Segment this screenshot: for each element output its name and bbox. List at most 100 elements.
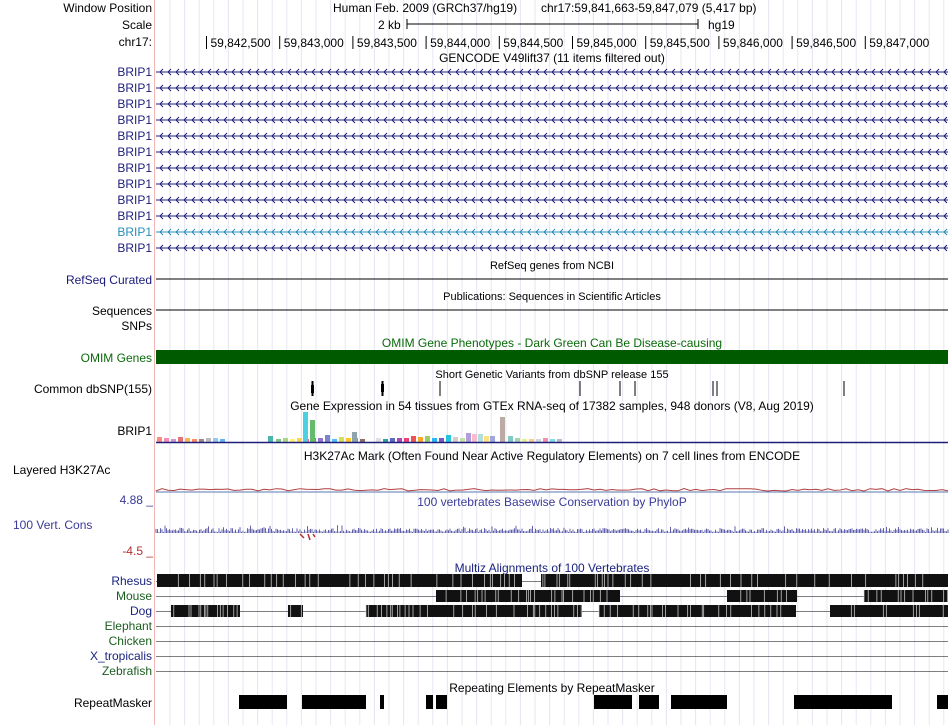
gtex-tissue-bar: [352, 432, 357, 442]
chromosome-label: chr17:: [119, 35, 152, 49]
ruler-tick-label: 59,844,000: [430, 36, 490, 50]
gene-label-brip1[interactable]: BRIP1: [117, 113, 152, 127]
multiz-species-label[interactable]: Zebrafish: [102, 664, 152, 678]
assembly-name: Human Feb. 2009 (GRCh37/hg19): [333, 1, 517, 15]
scale-bar-text: 2 kb: [378, 18, 401, 32]
ruler-tick-label: 59,842,500: [211, 36, 271, 50]
gtex-tissue-bar: [557, 439, 562, 442]
gtex-tissue-bar: [199, 439, 204, 442]
multiz-species-label[interactable]: X_tropicalis: [90, 649, 152, 663]
gencode-track-title: GENCODE V49lift37 (11 items filtered out…: [439, 51, 665, 65]
omim-track-label[interactable]: OMIM Genes: [81, 351, 152, 365]
gtex-tissue-bar: [550, 439, 555, 442]
repeat-element: [436, 695, 447, 709]
gtex-tissue-bar: [360, 439, 365, 442]
gtex-tissue-bar: [460, 438, 465, 442]
ruler-tick-label: 59,845,500: [650, 36, 710, 50]
gtex-tissue-bar: [522, 439, 527, 442]
gene-label-brip1[interactable]: BRIP1: [117, 209, 152, 223]
gene-label-brip1[interactable]: BRIP1: [117, 161, 152, 175]
multiz-species-label[interactable]: Dog: [130, 604, 152, 618]
gtex-tissue-bar: [490, 436, 495, 442]
repeat-element: [937, 695, 948, 709]
gtex-tissue-bar: [206, 438, 211, 442]
gene-label-brip1[interactable]: BRIP1: [117, 65, 152, 79]
position-readout: chr17:59,841,663-59,847,079 (5,417 bp): [541, 1, 757, 15]
phylop-track-label[interactable]: 100 Vert. Cons: [13, 518, 92, 532]
gtex-tissue-bar: [432, 438, 437, 442]
gtex-track-title: Gene Expression in 54 tissues from GTEx …: [290, 399, 814, 413]
gtex-tissue-bar: [515, 438, 520, 442]
gtex-tissue-bar: [383, 439, 388, 442]
gtex-tissue-bar: [346, 438, 351, 442]
gtex-tissue-bar: [466, 433, 471, 442]
gtex-tissue-bar: [508, 436, 513, 442]
publications-track-label[interactable]: Sequences: [92, 304, 152, 318]
repeat-element: [380, 695, 384, 709]
phylop-signal: [155, 525, 949, 533]
multiz-species-label[interactable]: Rhesus: [111, 574, 152, 588]
gene-label-brip1[interactable]: BRIP1: [117, 145, 152, 159]
gtex-tissue-bar: [446, 435, 451, 442]
gtex-tissue-bar: [283, 438, 288, 442]
database-name: hg19: [708, 18, 735, 32]
snps-track-label[interactable]: SNPs: [121, 319, 152, 333]
phylop-min-label: -4.5 _: [122, 544, 153, 558]
refseq-track-title: RefSeq genes from NCBI: [490, 260, 614, 272]
gtex-tissue-bar: [178, 437, 183, 442]
alignment-block: [599, 605, 796, 617]
gtex-tissue-bar: [171, 439, 176, 442]
ruler-tick-label: 59,846,500: [796, 36, 856, 50]
gene-label-brip1[interactable]: BRIP1: [117, 97, 152, 111]
gtex-tissue-bar: [411, 436, 416, 442]
gtex-tissue-bar: [220, 439, 225, 442]
ruler-tick-label: 59,847,000: [869, 36, 929, 50]
gtex-track-label[interactable]: BRIP1: [117, 424, 152, 438]
gtex-tissue-bar: [310, 420, 315, 442]
ruler-tick-label: 59,845,000: [577, 36, 637, 50]
gtex-tissue-bar: [213, 438, 218, 442]
gtex-tissue-bar: [536, 439, 541, 442]
alignment-block: [171, 605, 240, 617]
gtex-tissue-bar: [318, 438, 323, 442]
refseq-track-label[interactable]: RefSeq Curated: [66, 273, 152, 287]
window-position-label: Window Position: [63, 1, 152, 15]
alignment-block: [830, 605, 948, 617]
gene-label-brip1[interactable]: BRIP1: [117, 241, 152, 255]
gene-label-brip1[interactable]: BRIP1: [117, 129, 152, 143]
multiz-species-label[interactable]: Elephant: [105, 619, 153, 633]
genome-browser-tracks[interactable]: Window Position Scale chr17: Human Feb. 200…: [0, 0, 950, 725]
alignment-block: [288, 605, 303, 617]
h3k27ac-track-label[interactable]: Layered H3K27Ac: [13, 463, 110, 477]
gtex-tissue-bar: [425, 436, 430, 442]
dbsnp-track-label[interactable]: Common dbSNP(155): [34, 382, 152, 396]
phylop-max-label: 4.88 _: [120, 493, 154, 507]
omim-track-title: OMIM Gene Phenotypes - Dark Green Can Be…: [382, 336, 722, 350]
snp-cluster: [381, 384, 384, 392]
gtex-tissue-bar: [484, 436, 489, 442]
gtex-tissue-bar: [404, 438, 409, 442]
gtex-tissue-bar: [397, 438, 402, 442]
gene-label-brip1[interactable]: BRIP1: [117, 81, 152, 95]
multiz-species-label[interactable]: Mouse: [116, 589, 152, 603]
gtex-tissue-bar: [418, 437, 423, 442]
gtex-tissue-bar: [290, 439, 295, 442]
gtex-tissue-bar: [303, 412, 308, 442]
repeatmasker-track-label[interactable]: RepeatMasker: [74, 696, 152, 710]
repeat-element: [426, 695, 433, 709]
ruler-tick-label: 59,844,500: [503, 36, 563, 50]
dbsnp-track-title: Short Genetic Variants from dbSNP releas…: [435, 369, 668, 381]
genome-browser-image[interactable]: Window Position Scale chr17: Human Feb. 200…: [0, 0, 950, 725]
gtex-tissue-bar: [185, 438, 190, 442]
gene-label-brip1[interactable]: BRIP1: [117, 177, 152, 191]
gene-label-brip1[interactable]: BRIP1: [117, 225, 152, 239]
gtex-tissue-bar: [192, 439, 197, 442]
multiz-track-title: Multiz Alignments of 100 Vertebrates: [455, 561, 650, 575]
gtex-tissue-bar: [164, 438, 169, 442]
gtex-tissue-bar: [297, 438, 302, 442]
gtex-tissue-bar: [157, 437, 162, 442]
gene-label-brip1[interactable]: BRIP1: [117, 193, 152, 207]
alignment-block: [157, 574, 522, 587]
gtex-tissue-bar: [276, 439, 281, 442]
multiz-species-label[interactable]: Chicken: [109, 634, 152, 648]
